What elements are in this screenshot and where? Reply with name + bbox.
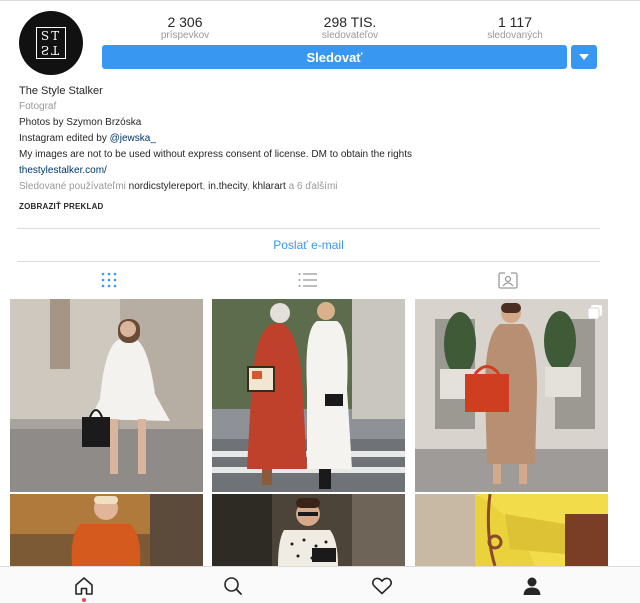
show-translation-button[interactable]: ZOBRAZIŤ PREKLAD [19,199,619,215]
post-image [212,299,405,492]
bottom-navigation [0,566,640,603]
stat-posts-label: príspevkov [160,30,210,41]
heart-icon [372,577,392,595]
follow-button[interactable]: Sledovať [102,45,567,69]
post-image [10,299,203,492]
logo-mark: ST ST [36,27,66,59]
multiple-posts-icon [588,305,602,319]
followed-by-user[interactable]: khlarart [252,181,285,192]
stat-following-value: 1 117 [498,14,532,30]
post-image [212,494,405,566]
bio-mention-link[interactable]: @jewska_ [110,133,156,144]
stat-following[interactable]: 1 117 sledovaných [455,14,575,41]
post-image [415,494,608,566]
logo-text-top: ST [40,29,62,43]
profile-category: Fotograf [19,101,57,112]
post-thumbnail[interactable] [10,299,203,492]
stat-posts: 2 306 príspevkov [125,14,245,41]
email-button[interactable]: Poslať e-mail [17,229,600,261]
profile-icon [523,577,541,595]
bio-line-2-text: Instagram edited by [19,133,110,144]
stat-followers[interactable]: 298 TIS. sledovateľov [290,14,410,41]
tagged-icon [498,272,518,289]
chevron-down-icon [579,54,589,60]
stat-followers-label: sledovateľov [321,30,379,41]
tab-list[interactable] [296,268,320,292]
profile-bio: The Style Stalker Fotograf Photos by Szy… [19,83,619,215]
website-link[interactable]: thestylestalker.com/ [19,163,107,179]
followed-by-prefix: Sledované používateľmi [19,181,129,192]
stat-followers-value: 298 TIS. [323,14,377,30]
post-thumbnail[interactable] [415,494,608,566]
top-border [0,0,640,1]
post-thumbnail[interactable] [10,494,203,566]
nav-profile[interactable] [520,574,544,598]
bio-line-3: My images are not to be used without exp… [19,149,412,160]
list-icon [298,273,317,287]
nav-search[interactable] [221,574,245,598]
search-icon [224,577,242,595]
tab-tagged[interactable] [496,268,520,292]
avatar[interactable]: ST ST [19,11,83,75]
followed-by: Sledované používateľmi nordicstylereport… [19,181,338,192]
post-thumbnail[interactable] [415,299,608,492]
home-icon [75,577,93,595]
profile-name: The Style Stalker [19,85,103,97]
post-image [10,494,203,566]
grid-icon [101,272,117,288]
bio-line-1: Photos by Szymon Brzóska [19,117,142,128]
suggestions-dropdown-button[interactable] [571,45,597,69]
notification-dot [82,598,86,602]
stat-following-label: sledovaných [487,30,543,41]
followed-by-user[interactable]: in.thecity [208,181,247,192]
logo-text-bottom: ST [40,43,62,57]
nav-activity[interactable] [370,574,394,598]
nav-home[interactable] [72,574,96,598]
post-thumbnail[interactable] [212,299,405,492]
profile-stats: 2 306 príspevkov 298 TIS. sledovateľov 1… [100,14,600,42]
tab-grid[interactable] [97,268,121,292]
followed-by-user[interactable]: nordicstylereport [129,181,203,192]
profile-tabs [0,262,640,298]
post-image [415,299,608,492]
stat-posts-value: 2 306 [167,14,203,30]
followed-by-suffix[interactable]: a 6 ďalšími [286,181,338,192]
post-thumbnail[interactable] [212,494,405,566]
bio-line-2: Instagram edited by @jewska_ [19,131,619,147]
